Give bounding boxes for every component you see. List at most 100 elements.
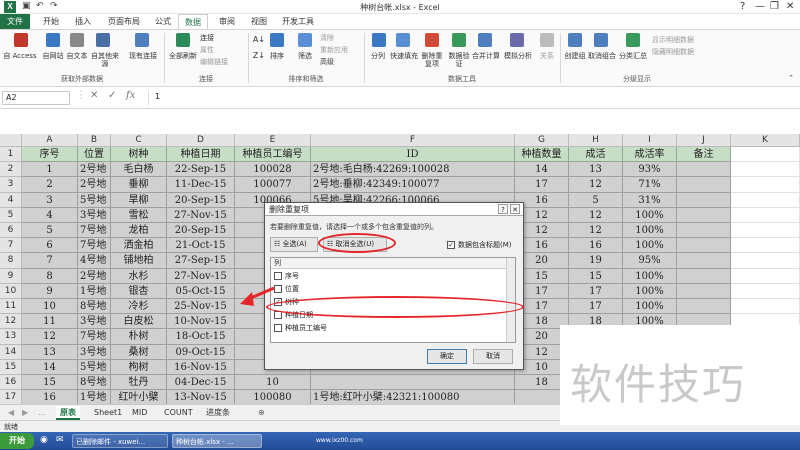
table-cell[interactable]: 牡丹 bbox=[111, 375, 167, 391]
row-header[interactable]: 3 bbox=[0, 177, 22, 193]
taskbar-item[interactable]: 种树台帐.xlsx - ... bbox=[172, 434, 262, 448]
dialog-close-button[interactable]: ✕ bbox=[510, 204, 520, 214]
table-cell[interactable]: 1号地 bbox=[78, 283, 111, 299]
table-cell[interactable]: 31% bbox=[623, 192, 677, 208]
table-cell[interactable]: 10 bbox=[235, 375, 311, 391]
column-header[interactable]: J bbox=[677, 134, 731, 147]
header-cell[interactable]: 备注 bbox=[677, 147, 731, 163]
column-header[interactable]: A bbox=[22, 134, 78, 147]
taskbar-item[interactable]: 已删除邮件 - xuwei... bbox=[72, 434, 168, 448]
table-cell[interactable] bbox=[311, 375, 515, 391]
table-cell[interactable]: 04-Dec-15 bbox=[167, 375, 235, 391]
table-cell[interactable]: 27-Nov-15 bbox=[167, 268, 235, 284]
row-header[interactable]: 16 bbox=[0, 375, 22, 391]
empty-cell[interactable] bbox=[731, 299, 800, 315]
table-cell[interactable]: 洒金柏 bbox=[111, 238, 167, 254]
table-cell[interactable]: 18-Oct-15 bbox=[167, 329, 235, 345]
list-item[interactable]: 种植员工编号 bbox=[274, 323, 327, 333]
tab-developer[interactable]: 开发工具 bbox=[276, 14, 320, 29]
table-cell[interactable]: 09-Oct-15 bbox=[167, 344, 235, 360]
from-other-sources-button[interactable]: 自其他来源 bbox=[88, 52, 122, 68]
subtotal-button[interactable]: 分类汇总 bbox=[618, 52, 648, 60]
header-cell[interactable]: 成活 bbox=[569, 147, 623, 163]
table-cell[interactable]: 17 bbox=[569, 283, 623, 299]
tab-home[interactable]: 开始 bbox=[36, 14, 66, 29]
empty-cell[interactable] bbox=[731, 268, 800, 284]
table-cell[interactable]: 17 bbox=[569, 299, 623, 315]
empty-cell[interactable] bbox=[731, 223, 800, 239]
table-cell[interactable]: 铺地柏 bbox=[111, 253, 167, 269]
header-cell[interactable]: 位置 bbox=[78, 147, 111, 163]
table-cell[interactable]: 71% bbox=[623, 177, 677, 193]
empty-cell[interactable] bbox=[731, 147, 800, 163]
table-cell[interactable]: 12 bbox=[569, 223, 623, 239]
select-all-button[interactable]: ☷ 全选(A) bbox=[270, 237, 318, 252]
table-cell[interactable] bbox=[677, 177, 731, 193]
table-cell[interactable]: 毛白杨 bbox=[111, 162, 167, 178]
dialog-help-button[interactable]: ? bbox=[498, 204, 508, 214]
empty-cell[interactable] bbox=[731, 177, 800, 193]
row-header[interactable]: 10 bbox=[0, 283, 22, 299]
table-cell[interactable]: 旱柳 bbox=[111, 192, 167, 208]
properties-button[interactable]: 属性 bbox=[200, 46, 230, 54]
tab-review[interactable]: 审阅 bbox=[212, 14, 242, 29]
table-cell[interactable]: 5 bbox=[22, 223, 78, 239]
ok-button[interactable]: 确定 bbox=[427, 349, 467, 364]
more-sheets-icon[interactable]: … bbox=[34, 406, 50, 420]
row-header[interactable]: 9 bbox=[0, 268, 22, 284]
sort-az-icon[interactable]: A↓ bbox=[252, 36, 266, 44]
table-cell[interactable]: 19 bbox=[569, 253, 623, 269]
formula-input[interactable]: 1 bbox=[148, 91, 788, 105]
table-cell[interactable]: 8号地 bbox=[78, 375, 111, 391]
table-cell[interactable] bbox=[677, 207, 731, 223]
what-if-analysis-button[interactable]: 模拟分析 bbox=[502, 52, 534, 60]
row-header[interactable]: 13 bbox=[0, 329, 22, 345]
table-cell[interactable]: 15 bbox=[569, 268, 623, 284]
start-button[interactable]: 开始 bbox=[0, 433, 34, 449]
empty-cell[interactable] bbox=[731, 207, 800, 223]
table-cell[interactable]: 100077 bbox=[235, 177, 311, 193]
list-item[interactable]: 序号 bbox=[274, 271, 299, 281]
clear-button[interactable]: 清除 bbox=[320, 34, 360, 42]
table-cell[interactable] bbox=[677, 162, 731, 178]
from-text-button[interactable]: 自文本 bbox=[64, 52, 90, 60]
show-detail-button[interactable]: 显示明细数据 bbox=[652, 36, 712, 44]
tab-data[interactable]: 数据 bbox=[178, 14, 208, 29]
refresh-all-button[interactable]: 全部刷新 bbox=[166, 52, 200, 60]
row-header[interactable]: 2 bbox=[0, 162, 22, 178]
ie-icon[interactable]: ◉ bbox=[40, 435, 48, 445]
column-header[interactable]: D bbox=[167, 134, 235, 147]
header-cell[interactable]: 成活率 bbox=[623, 147, 677, 163]
reapply-button[interactable]: 重新应用 bbox=[320, 46, 360, 54]
sheet-tab[interactable]: COUNT bbox=[160, 406, 197, 420]
table-cell[interactable]: 1 bbox=[22, 162, 78, 178]
has-header-checkbox[interactable]: ✓ 数据包含标题(M) bbox=[447, 240, 512, 250]
sheet-tab[interactable]: Sheet1 bbox=[90, 406, 126, 420]
table-cell[interactable]: 25-Nov-15 bbox=[167, 299, 235, 315]
hide-detail-button[interactable]: 隐藏明细数据 bbox=[652, 48, 712, 56]
table-cell[interactable]: 朴树 bbox=[111, 329, 167, 345]
table-cell[interactable]: 4号地 bbox=[78, 253, 111, 269]
table-cell[interactable]: 15 bbox=[22, 375, 78, 391]
table-cell[interactable]: 100% bbox=[623, 207, 677, 223]
from-access-button[interactable]: 自 Access bbox=[2, 52, 38, 60]
tab-file[interactable]: 文件 bbox=[0, 14, 30, 29]
sheet-tab[interactable]: 原表 bbox=[56, 406, 80, 420]
table-cell[interactable]: 水杉 bbox=[111, 268, 167, 284]
add-sheet-icon[interactable]: ⊕ bbox=[254, 406, 269, 420]
table-cell[interactable]: 14 bbox=[22, 359, 78, 375]
table-cell[interactable]: 13 bbox=[22, 344, 78, 360]
outlook-icon[interactable]: ✉ bbox=[56, 435, 64, 445]
table-cell[interactable]: 5 bbox=[569, 192, 623, 208]
table-cell[interactable]: 2号地 bbox=[78, 268, 111, 284]
table-cell[interactable]: 93% bbox=[623, 162, 677, 178]
relationships-button[interactable]: 关系 bbox=[534, 52, 560, 60]
sheet-tab[interactable]: MID bbox=[128, 406, 151, 420]
table-cell[interactable]: 05-Oct-15 bbox=[167, 283, 235, 299]
table-cell[interactable]: 10 bbox=[22, 299, 78, 315]
text-to-columns-button[interactable]: 分列 bbox=[366, 52, 390, 60]
table-cell[interactable]: 雪松 bbox=[111, 207, 167, 223]
table-cell[interactable]: 6 bbox=[22, 238, 78, 254]
row-header[interactable]: 8 bbox=[0, 253, 22, 269]
table-cell[interactable]: 17 bbox=[515, 177, 569, 193]
